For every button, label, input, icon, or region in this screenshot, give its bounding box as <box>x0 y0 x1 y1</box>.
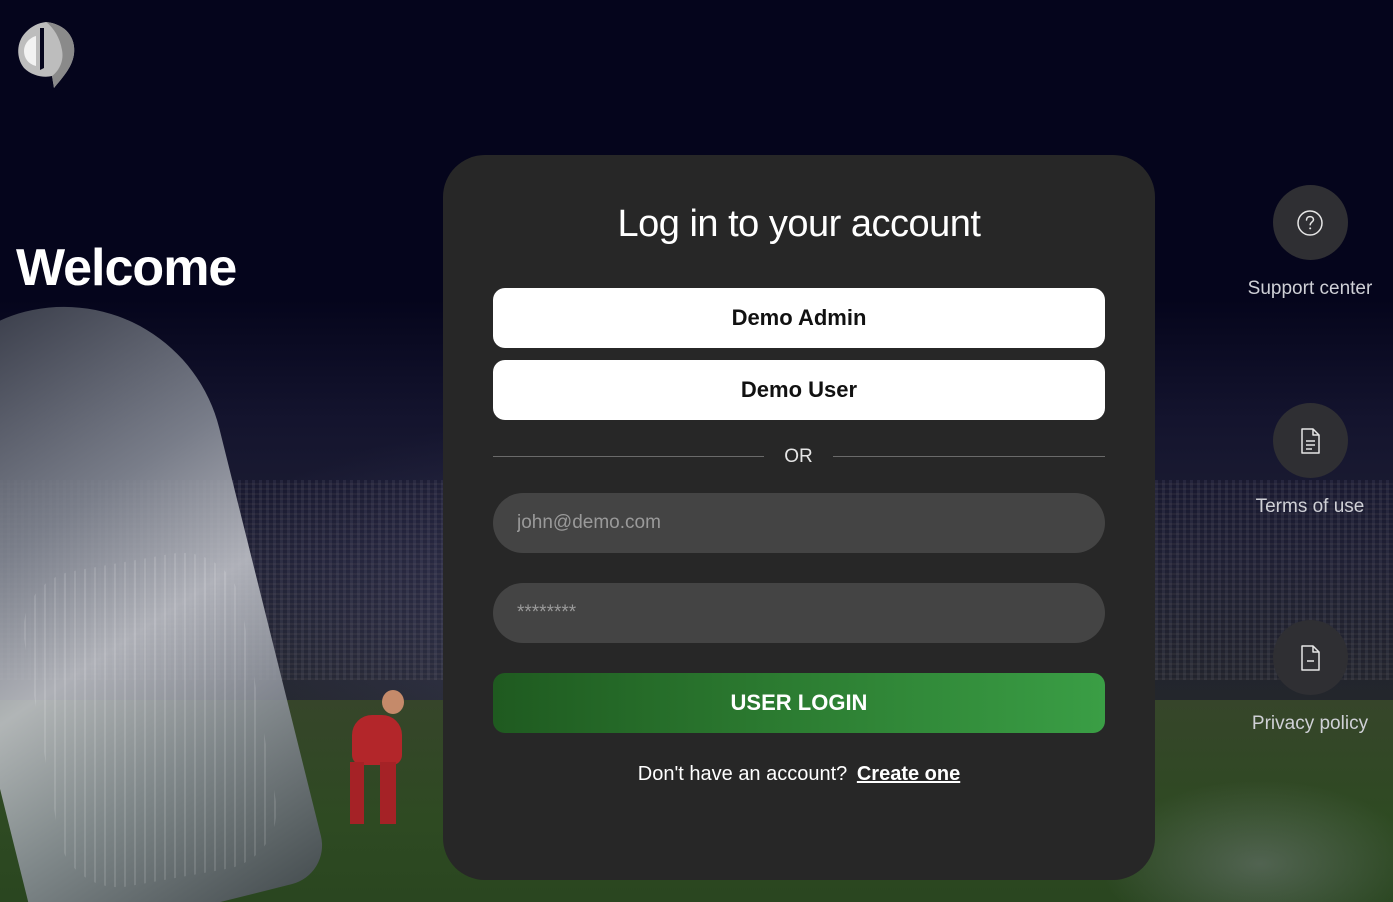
email-field[interactable] <box>493 493 1105 553</box>
terms-of-use-link[interactable]: Terms of use <box>1230 403 1390 518</box>
support-center-button[interactable] <box>1272 185 1348 260</box>
demo-admin-button[interactable]: Demo Admin <box>493 288 1105 348</box>
welcome-heading: Welcome <box>16 239 237 297</box>
support-center-label: Support center <box>1247 278 1373 299</box>
login-title: Log in to your account <box>617 203 981 245</box>
demo-user-button[interactable]: Demo User <box>493 360 1105 420</box>
terms-of-use-button[interactable] <box>1272 403 1348 478</box>
terms-of-use-label: Terms of use <box>1255 496 1365 517</box>
create-account-link[interactable]: Create one <box>857 763 960 785</box>
background-player <box>342 690 412 830</box>
login-card: Log in to your account Demo Admin Demo U… <box>443 155 1155 880</box>
support-center-link[interactable]: Support center <box>1230 185 1390 300</box>
document-icon <box>1301 427 1320 454</box>
signup-prompt-text: Don't have an account? <box>637 763 848 785</box>
question-circle-icon <box>1297 209 1323 236</box>
or-divider: OR <box>493 445 1105 469</box>
password-field[interactable] <box>493 583 1105 643</box>
user-login-button[interactable]: USER LOGIN <box>493 673 1105 733</box>
privacy-policy-link[interactable]: Privacy policy <box>1230 620 1390 735</box>
brand-logo-icon[interactable] <box>14 20 78 90</box>
divider-line-left <box>493 456 764 457</box>
privacy-policy-label: Privacy policy <box>1251 713 1369 734</box>
divider-line-right <box>833 456 1105 457</box>
privacy-policy-button[interactable] <box>1272 620 1348 695</box>
divider-text: OR <box>784 446 813 467</box>
file-minus-icon <box>1301 644 1320 671</box>
signup-prompt: Don't have an account? Create one <box>443 763 1155 786</box>
